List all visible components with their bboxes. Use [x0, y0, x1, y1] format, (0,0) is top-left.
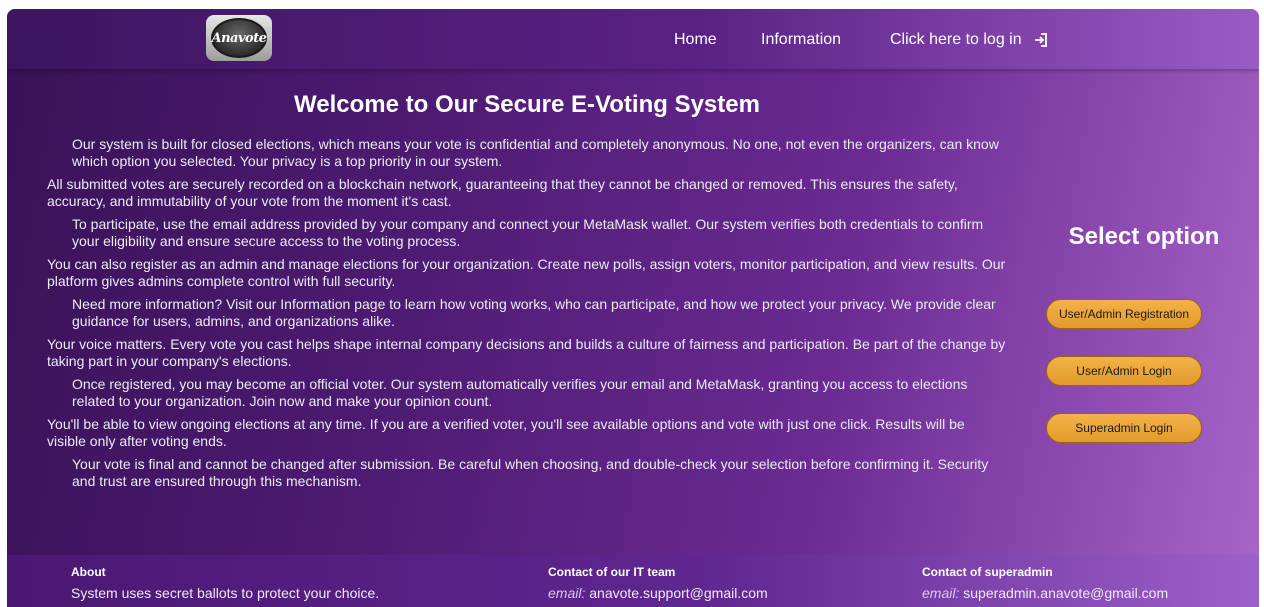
footer-superadmin-contact: Contact of superadmin email: superadmin.… [922, 565, 1168, 601]
intro-text: Our system is built for closed elections… [47, 136, 1007, 496]
logo-text: Anavote [211, 30, 267, 46]
footer-it-email[interactable]: anavote.support@gmail.com [589, 585, 767, 601]
app-frame: Anavote Home Information Click here to l… [7, 9, 1259, 607]
superadmin-login-button[interactable]: Superadmin Login [1046, 413, 1202, 443]
footer-superadmin-email[interactable]: superadmin.anavote@gmail.com [963, 585, 1168, 601]
footer: About System uses secret ballots to prot… [7, 555, 1259, 607]
footer-superadmin-heading: Contact of superadmin [922, 565, 1053, 579]
page-title: Welcome to Our Secure E-Voting System [294, 91, 760, 118]
paragraph-blockchain: All submitted votes are securely recorde… [47, 176, 958, 209]
paragraph-privacy: Our system is built for closed elections… [72, 136, 999, 169]
paragraph-ongoing: You'll be able to view ongoing elections… [47, 416, 965, 449]
nav-login-link[interactable]: Click here to log in [890, 31, 1048, 49]
logo[interactable]: Anavote [206, 15, 272, 61]
paragraph-registered: Once registered, you may become an offic… [72, 376, 968, 409]
select-option-heading: Select option [1068, 223, 1220, 250]
footer-it-heading: Contact of our IT team [548, 565, 676, 579]
login-arrow-icon [1035, 33, 1047, 47]
logo-emblem: Anavote [211, 18, 267, 58]
footer-superadmin-email-label: email: [922, 585, 960, 601]
paragraph-admin: You can also register as an admin and ma… [47, 256, 1006, 289]
paragraph-final-vote: Your vote is final and cannot be changed… [72, 456, 989, 489]
nav-information-link[interactable]: Information [761, 31, 841, 49]
nav-login-label: Click here to log in [890, 31, 1022, 48]
paragraph-more-info: Need more information? Visit our Informa… [72, 296, 996, 329]
footer-it-contact: Contact of our IT team email: anavote.su… [548, 565, 768, 601]
footer-about-heading: About [71, 565, 106, 579]
footer-about: About System uses secret ballots to prot… [71, 565, 379, 601]
paragraph-voice-matters: Your voice matters. Every vote you cast … [47, 336, 1006, 369]
navbar: Anavote Home Information Click here to l… [7, 9, 1259, 69]
login-button[interactable]: User/Admin Login [1046, 356, 1202, 386]
footer-it-email-line: email: anavote.support@gmail.com [548, 585, 768, 601]
footer-it-email-label: email: [548, 585, 586, 601]
footer-about-text: System uses secret ballots to protect yo… [71, 585, 380, 601]
footer-superadmin-email-line: email: superadmin.anavote@gmail.com [922, 585, 1168, 601]
paragraph-participate: To participate, use the email address pr… [72, 216, 984, 249]
registration-button[interactable]: User/Admin Registration [1046, 299, 1202, 329]
nav-home-link[interactable]: Home [674, 31, 717, 49]
